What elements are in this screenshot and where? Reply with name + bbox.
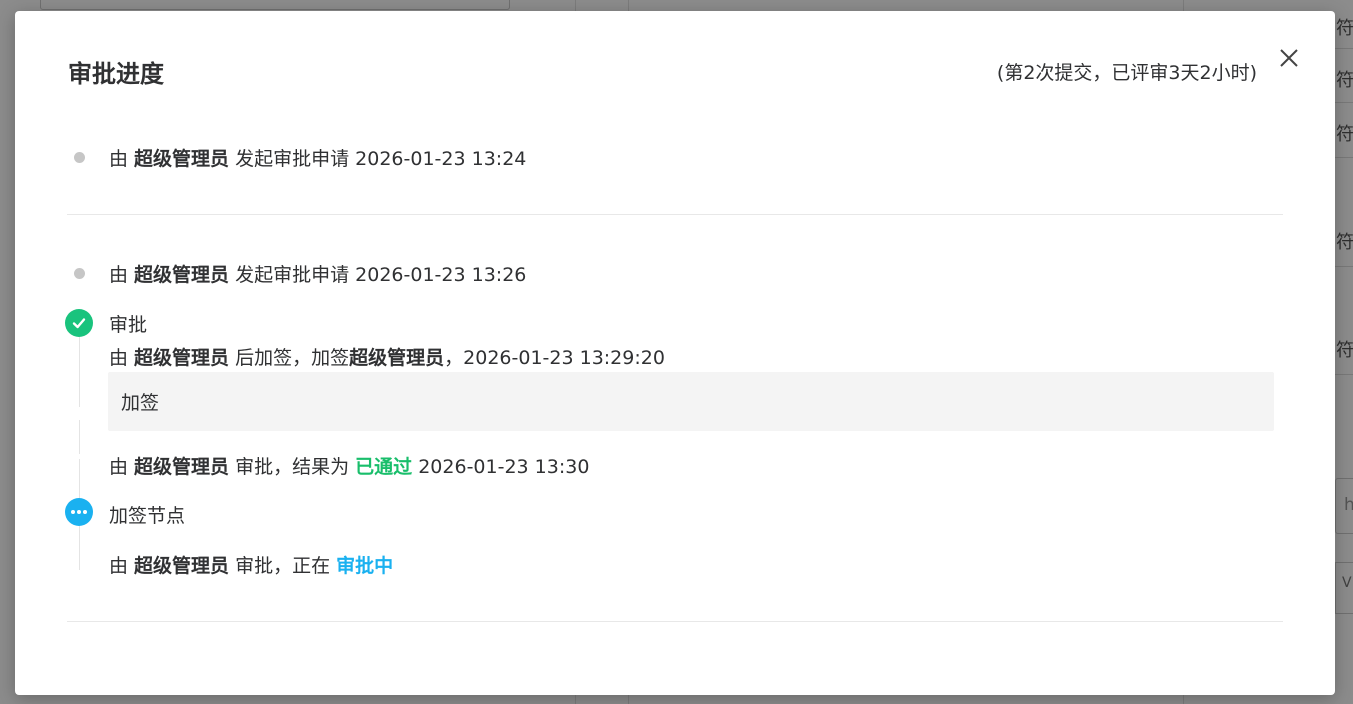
close-button[interactable] bbox=[1275, 44, 1303, 72]
timeline-dot bbox=[74, 268, 85, 279]
status-passed: 已通过 bbox=[355, 456, 413, 478]
approval-progress-modal: 审批进度 (第2次提交，已评审3天2小时) 由 超级管理员 发起审批申请 202… bbox=[15, 11, 1335, 695]
comment-text: 加签 bbox=[121, 392, 160, 414]
timeline-connector bbox=[79, 459, 80, 499]
group-divider bbox=[67, 214, 1283, 215]
user-name: 超级管理员 bbox=[134, 148, 230, 170]
user-name: 超级管理员 bbox=[134, 456, 230, 478]
timestamp: 2026-01-23 13:24 bbox=[355, 148, 527, 170]
node-title-approve: 审批 bbox=[109, 314, 148, 336]
countersign-progress-record: 由 超级管理员 审批，正在 审批中 bbox=[109, 551, 393, 578]
text-prefix: 由 bbox=[109, 555, 135, 577]
action-text: 审批，结果为 bbox=[229, 456, 356, 478]
user-name: 超级管理员 bbox=[134, 555, 230, 577]
check-icon bbox=[65, 309, 93, 337]
modal-title: 审批进度 bbox=[68, 60, 164, 88]
timeline-dot bbox=[74, 152, 85, 163]
node-title-countersign: 加签节点 bbox=[109, 505, 186, 527]
countersign-record: 由 超级管理员 后加签，加签超级管理员，2026-01-23 13:29:20 bbox=[109, 343, 665, 370]
status-in-progress: 审批中 bbox=[336, 555, 394, 577]
timeline-connector bbox=[79, 337, 80, 407]
modal-subtitle: (第2次提交，已评审3天2小时) bbox=[996, 62, 1257, 84]
group-divider bbox=[67, 621, 1283, 622]
text-prefix: 由 bbox=[109, 456, 135, 478]
more-icon bbox=[65, 498, 93, 526]
comment-box: 加签 bbox=[108, 372, 1274, 431]
text-prefix: 由 bbox=[109, 347, 135, 369]
action-text: 后加签，加签 bbox=[229, 347, 350, 369]
user-name: 超级管理员 bbox=[134, 264, 230, 286]
approve-result-record: 由 超级管理员 审批，结果为 已通过 2026-01-23 13:30 bbox=[109, 452, 589, 479]
close-icon bbox=[1280, 49, 1298, 67]
text-prefix: 由 bbox=[109, 264, 135, 286]
separator: ， bbox=[444, 347, 464, 369]
action-text: 发起审批申请 bbox=[229, 264, 356, 286]
user-name: 超级管理员 bbox=[134, 347, 230, 369]
submit-record-1: 由 超级管理员 发起审批申请 2026-01-23 13:24 bbox=[109, 144, 526, 171]
timestamp: 2026-01-23 13:30 bbox=[412, 456, 590, 478]
timeline-connector bbox=[79, 526, 80, 570]
action-text: 发起审批申请 bbox=[229, 148, 356, 170]
action-text: 审批，正在 bbox=[229, 555, 337, 577]
text-prefix: 由 bbox=[109, 148, 135, 170]
timestamp: 2026-01-23 13:29:20 bbox=[463, 347, 665, 369]
target-user-name: 超级管理员 bbox=[349, 347, 445, 369]
submit-record-2: 由 超级管理员 发起审批申请 2026-01-23 13:26 bbox=[109, 260, 526, 287]
timeline-connector bbox=[79, 420, 80, 454]
timestamp: 2026-01-23 13:26 bbox=[355, 264, 527, 286]
